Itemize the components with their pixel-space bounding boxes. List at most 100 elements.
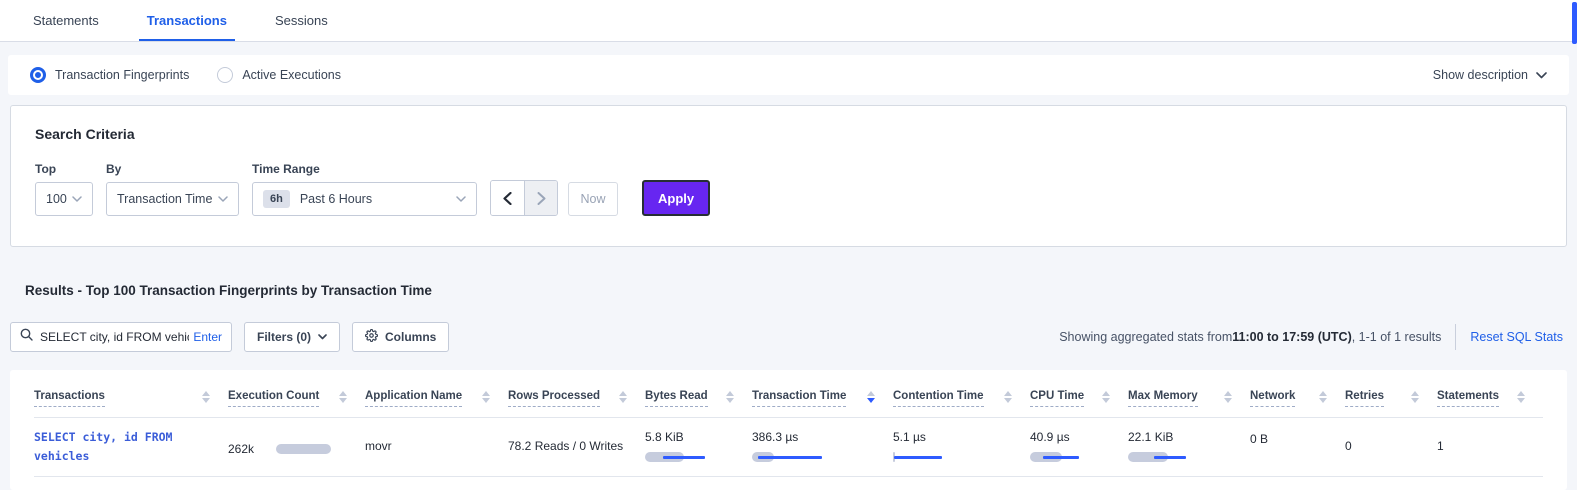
contention-time-bar bbox=[893, 452, 1016, 462]
scrollbar-thumb[interactable] bbox=[1572, 2, 1577, 44]
by-select[interactable]: Transaction Time bbox=[106, 182, 239, 216]
reset-sql-stats-link[interactable]: Reset SQL Stats bbox=[1470, 330, 1563, 344]
time-range-value: Past 6 Hours bbox=[300, 192, 372, 206]
transaction-fingerprint-link[interactable]: SELECT city, id FROM vehicles bbox=[34, 418, 204, 476]
show-description-label: Show description bbox=[1433, 68, 1528, 82]
chevron-right-icon bbox=[537, 192, 546, 205]
summary-suffix: , 1-1 of 1 results bbox=[1352, 330, 1442, 344]
columns-label: Columns bbox=[385, 330, 436, 344]
chevron-down-icon bbox=[72, 196, 82, 202]
top-select[interactable]: 100 bbox=[35, 182, 93, 216]
divider bbox=[1455, 324, 1456, 350]
col-header-statements[interactable]: Statements bbox=[1437, 390, 1543, 407]
sort-desc-icon[interactable] bbox=[867, 390, 875, 403]
search-criteria-title: Search Criteria bbox=[35, 126, 1542, 142]
radio-selected-icon bbox=[30, 67, 46, 83]
sort-icon[interactable] bbox=[202, 390, 210, 403]
time-range-field: Time Range 6h Past 6 Hours bbox=[252, 162, 477, 216]
tab-sessions[interactable]: Sessions bbox=[267, 1, 336, 41]
top-label: Top bbox=[35, 162, 93, 176]
col-header-execution-count[interactable]: Execution Count bbox=[228, 390, 365, 407]
sort-icon[interactable] bbox=[1102, 390, 1110, 403]
sort-icon[interactable] bbox=[1224, 390, 1232, 403]
max-memory-bar bbox=[1128, 452, 1236, 462]
time-range-label: Time Range bbox=[252, 162, 477, 176]
sort-icon[interactable] bbox=[482, 390, 490, 403]
rows-processed-cell: 78.2 Reads / 0 Writes bbox=[508, 418, 645, 476]
max-memory-cell: 22.1 KiB bbox=[1128, 418, 1250, 476]
sort-icon[interactable] bbox=[1411, 390, 1419, 403]
sort-icon[interactable] bbox=[1319, 390, 1327, 403]
transaction-time-cell: 386.3 µs bbox=[752, 418, 893, 476]
time-range-select[interactable]: 6h Past 6 Hours bbox=[252, 182, 477, 216]
results-controls-row: Enter Filters (0) Columns Showing aggreg… bbox=[10, 322, 1567, 352]
time-range-badge: 6h bbox=[263, 190, 290, 208]
gear-icon bbox=[365, 329, 378, 345]
col-header-transaction-time[interactable]: Transaction Time bbox=[752, 390, 893, 407]
radio-transaction-fingerprints[interactable]: Transaction Fingerprints bbox=[30, 67, 189, 83]
col-header-max-memory[interactable]: Max Memory bbox=[1128, 390, 1250, 407]
radio-label: Active Executions bbox=[242, 68, 341, 82]
time-prev-button[interactable] bbox=[491, 181, 524, 215]
chevron-down-icon bbox=[456, 196, 466, 202]
search-criteria-panel: Search Criteria Top 100 By Transaction T… bbox=[10, 105, 1567, 247]
execution-count-bar bbox=[276, 444, 331, 454]
sort-icon[interactable] bbox=[1004, 390, 1012, 403]
by-field: By Transaction Time bbox=[106, 162, 239, 216]
chevron-down-icon bbox=[318, 334, 327, 340]
sort-icon[interactable] bbox=[619, 390, 627, 403]
top-field: Top 100 bbox=[35, 162, 93, 216]
now-button[interactable]: Now bbox=[568, 182, 618, 216]
col-header-network[interactable]: Network bbox=[1250, 390, 1345, 407]
cpu-time-cell: 40.9 µs bbox=[1030, 418, 1128, 476]
chevron-left-icon bbox=[503, 192, 512, 205]
stats-summary: Showing aggregated stats from 11:00 to 1… bbox=[1059, 330, 1441, 344]
tab-statements[interactable]: Statements bbox=[25, 1, 107, 41]
apply-button[interactable]: Apply bbox=[642, 180, 710, 216]
col-header-contention-time[interactable]: Contention Time bbox=[893, 390, 1030, 407]
col-header-rows-processed[interactable]: Rows Processed bbox=[508, 390, 645, 407]
col-header-cpu-time[interactable]: CPU Time bbox=[1030, 390, 1128, 407]
summary-range: 11:00 to 17:59 (UTC) bbox=[1232, 330, 1351, 344]
time-shift-group bbox=[490, 180, 558, 216]
cpu-time-bar bbox=[1030, 452, 1114, 462]
filters-button[interactable]: Filters (0) bbox=[244, 322, 340, 352]
statements-cell: 1 bbox=[1437, 418, 1543, 476]
summary-prefix: Showing aggregated stats from bbox=[1059, 330, 1232, 344]
tab-transactions[interactable]: Transactions bbox=[139, 1, 235, 41]
transactions-table: Transactions Execution Count Application… bbox=[10, 370, 1567, 490]
radio-active-executions[interactable]: Active Executions bbox=[217, 67, 341, 83]
col-header-transactions[interactable]: Transactions bbox=[34, 390, 228, 407]
transaction-time-bar bbox=[752, 452, 879, 462]
bytes-read-bar bbox=[645, 452, 738, 462]
fingerprint-searchbox[interactable]: Enter bbox=[10, 322, 232, 352]
search-enter-button[interactable]: Enter bbox=[193, 330, 222, 344]
by-select-value: Transaction Time bbox=[117, 192, 212, 206]
network-cell: 0 B bbox=[1250, 418, 1345, 476]
radio-label: Transaction Fingerprints bbox=[55, 68, 189, 82]
sort-icon[interactable] bbox=[1517, 390, 1525, 403]
col-header-retries[interactable]: Retries bbox=[1345, 390, 1437, 407]
search-input[interactable] bbox=[40, 330, 189, 344]
col-header-bytes-read[interactable]: Bytes Read bbox=[645, 390, 752, 407]
results-title: Results - Top 100 Transaction Fingerprin… bbox=[25, 283, 1577, 298]
page-tabbar: Statements Transactions Sessions bbox=[0, 0, 1577, 42]
table-row: SELECT city, id FROM vehicles 262k movr … bbox=[34, 418, 1543, 477]
table-header-row: Transactions Execution Count Application… bbox=[34, 382, 1543, 418]
chevron-down-icon bbox=[218, 196, 228, 202]
contention-time-cell: 5.1 µs bbox=[893, 418, 1030, 476]
sort-icon[interactable] bbox=[726, 390, 734, 403]
show-description-toggle[interactable]: Show description bbox=[1433, 68, 1547, 82]
col-header-application-name[interactable]: Application Name bbox=[365, 390, 508, 407]
by-label: By bbox=[106, 162, 239, 176]
sort-icon[interactable] bbox=[339, 390, 347, 403]
search-icon bbox=[20, 328, 33, 346]
time-next-button[interactable] bbox=[524, 181, 557, 215]
bytes-read-cell: 5.8 KiB bbox=[645, 418, 752, 476]
execution-count-cell: 262k bbox=[228, 418, 365, 476]
application-name-cell: movr bbox=[365, 418, 508, 476]
filters-label: Filters (0) bbox=[257, 330, 311, 344]
chevron-down-icon bbox=[1536, 72, 1547, 79]
retries-cell: 0 bbox=[1345, 418, 1437, 476]
columns-button[interactable]: Columns bbox=[352, 322, 449, 352]
